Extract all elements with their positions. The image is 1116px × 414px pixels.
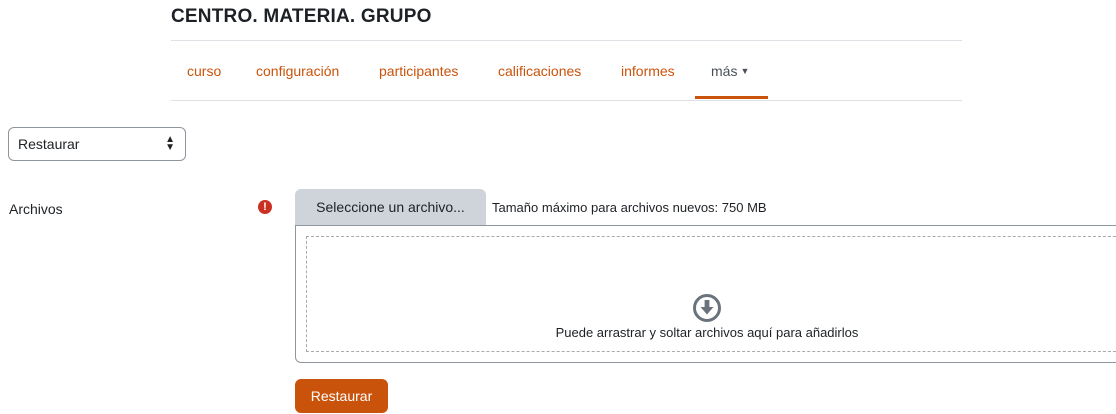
tab-curso[interactable]: curso — [187, 63, 221, 79]
chevron-down-icon: ▼ — [740, 66, 750, 76]
tab-configuracion[interactable]: configuración — [256, 63, 339, 79]
required-icon: ! — [258, 200, 272, 214]
tab-mas-label: más — [711, 63, 738, 79]
max-file-size: Tamaño máximo para archivos nuevos: 750 … — [492, 200, 767, 215]
secondary-navigation: curso configuración participantes califi… — [171, 41, 962, 100]
page-title: CENTRO. MATERIA. GRUPO — [171, 6, 432, 27]
tab-participantes[interactable]: participantes — [379, 63, 458, 79]
tab-informes[interactable]: informes — [621, 63, 675, 79]
drop-hint: Puede arrastrar y soltar archivos aquí p… — [555, 325, 859, 340]
action-select[interactable]: Restaurar ▲ ▼ — [8, 127, 186, 161]
action-select-value: Restaurar — [18, 136, 80, 152]
tab-calificaciones[interactable]: calificaciones — [498, 63, 581, 79]
tab-mas[interactable]: más ▼ — [711, 63, 749, 79]
select-arrows-icon: ▲ ▼ — [165, 134, 175, 153]
divider — [171, 100, 962, 101]
choose-file-button[interactable]: Seleccione un archivo... — [295, 189, 486, 225]
active-tab-indicator — [695, 96, 768, 99]
download-circle-icon — [693, 294, 721, 322]
restore-button[interactable]: Restaurar — [295, 379, 388, 413]
files-label: Archivos — [9, 201, 63, 217]
